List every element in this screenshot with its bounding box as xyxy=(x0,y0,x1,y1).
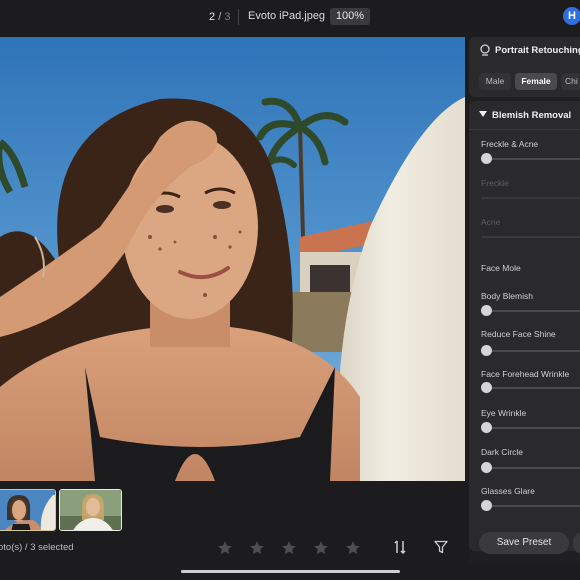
counter-current: 2 xyxy=(209,11,216,23)
acne-slider[interactable] xyxy=(481,236,580,238)
forehead-wrinkle-label: Face Forehead Wrinkle xyxy=(481,369,570,379)
eye-wrinkle-label: Eye Wrinkle xyxy=(481,408,527,418)
photo-image xyxy=(0,37,465,481)
divider xyxy=(238,9,239,25)
body-blemish-slider[interactable] xyxy=(481,310,580,312)
photo-canvas[interactable] xyxy=(0,37,465,481)
star-icon[interactable] xyxy=(312,539,330,557)
top-bar: 2 / 3 Evoto iPad.jpeg 100% H xyxy=(0,0,580,34)
reduce-face-shine-label: Reduce Face Shine xyxy=(481,329,556,339)
collapse-triangle-icon xyxy=(479,111,487,117)
portrait-icon xyxy=(480,44,490,56)
save-preset-button[interactable]: Save Preset xyxy=(479,532,569,554)
glasses-glare-slider[interactable] xyxy=(481,505,580,507)
dark-circle-label: Dark Circle xyxy=(481,447,524,457)
filter-icon[interactable] xyxy=(434,540,448,554)
freckle-acne-knob[interactable] xyxy=(481,153,492,164)
counter-separator: / xyxy=(218,11,222,23)
acne-label: Acne xyxy=(481,217,501,227)
freckle-acne-label: Freckle & Acne xyxy=(481,139,539,149)
gender-male-button[interactable]: Male xyxy=(479,73,511,90)
rating-stars xyxy=(216,539,362,557)
gender-child-button[interactable]: Chi xyxy=(561,73,580,90)
blemish-removal-title: Blemish Removal xyxy=(492,110,572,121)
body-blemish-knob[interactable] xyxy=(481,305,492,316)
star-icon[interactable] xyxy=(344,539,362,557)
avatar[interactable]: H xyxy=(563,7,580,25)
glasses-glare-knob[interactable] xyxy=(481,500,492,511)
selection-info: oto(s) / 3 selected xyxy=(0,542,74,553)
portrait-retouching-card: Portrait Retouching Male Female Chi xyxy=(469,37,580,97)
forehead-wrinkle-slider[interactable] xyxy=(481,387,580,389)
thumbnail-image xyxy=(60,490,121,530)
eye-wrinkle-knob[interactable] xyxy=(481,422,492,433)
counter-total: 3 xyxy=(224,11,231,23)
dark-circle-knob[interactable] xyxy=(481,462,492,473)
thumbnail[interactable] xyxy=(59,489,122,531)
bottom-bar: oto(s) / 3 selected xyxy=(0,533,465,563)
photo-counter: 2 / 3 xyxy=(209,11,230,23)
divider xyxy=(469,129,580,130)
zoom-level-button[interactable]: 100% xyxy=(330,8,370,25)
thumbnail-image xyxy=(0,490,55,530)
filmstrip xyxy=(0,481,465,533)
freckle-label: Freckle xyxy=(481,178,509,188)
gender-female-button[interactable]: Female xyxy=(515,73,557,90)
freckle-slider[interactable] xyxy=(481,197,580,199)
eye-wrinkle-slider[interactable] xyxy=(481,427,580,429)
portrait-retouching-title[interactable]: Portrait Retouching xyxy=(495,45,580,56)
star-icon[interactable] xyxy=(280,539,298,557)
face-mole-label[interactable]: Face Mole xyxy=(481,263,521,273)
body-blemish-label: Body Blemish xyxy=(481,291,533,301)
home-indicator xyxy=(181,570,400,573)
blemish-removal-section: Blemish Removal Freckle & Acne Freckle A… xyxy=(469,101,580,551)
reduce-face-shine-slider[interactable] xyxy=(481,350,580,352)
reduce-face-shine-knob[interactable] xyxy=(481,345,492,356)
blemish-removal-header[interactable]: Blemish Removal xyxy=(479,110,571,121)
file-name[interactable]: Evoto iPad.jpeg xyxy=(248,10,325,22)
forehead-wrinkle-knob[interactable] xyxy=(481,382,492,393)
thumbnail[interactable] xyxy=(0,489,56,531)
sort-icon[interactable] xyxy=(392,539,408,555)
dark-circle-slider[interactable] xyxy=(481,467,580,469)
star-icon[interactable] xyxy=(216,539,234,557)
glasses-glare-label: Glasses Glare xyxy=(481,486,535,496)
star-icon[interactable] xyxy=(248,539,266,557)
freckle-acne-slider[interactable] xyxy=(481,158,580,160)
adjustment-panel: Portrait Retouching Male Female Chi Blem… xyxy=(469,37,580,563)
